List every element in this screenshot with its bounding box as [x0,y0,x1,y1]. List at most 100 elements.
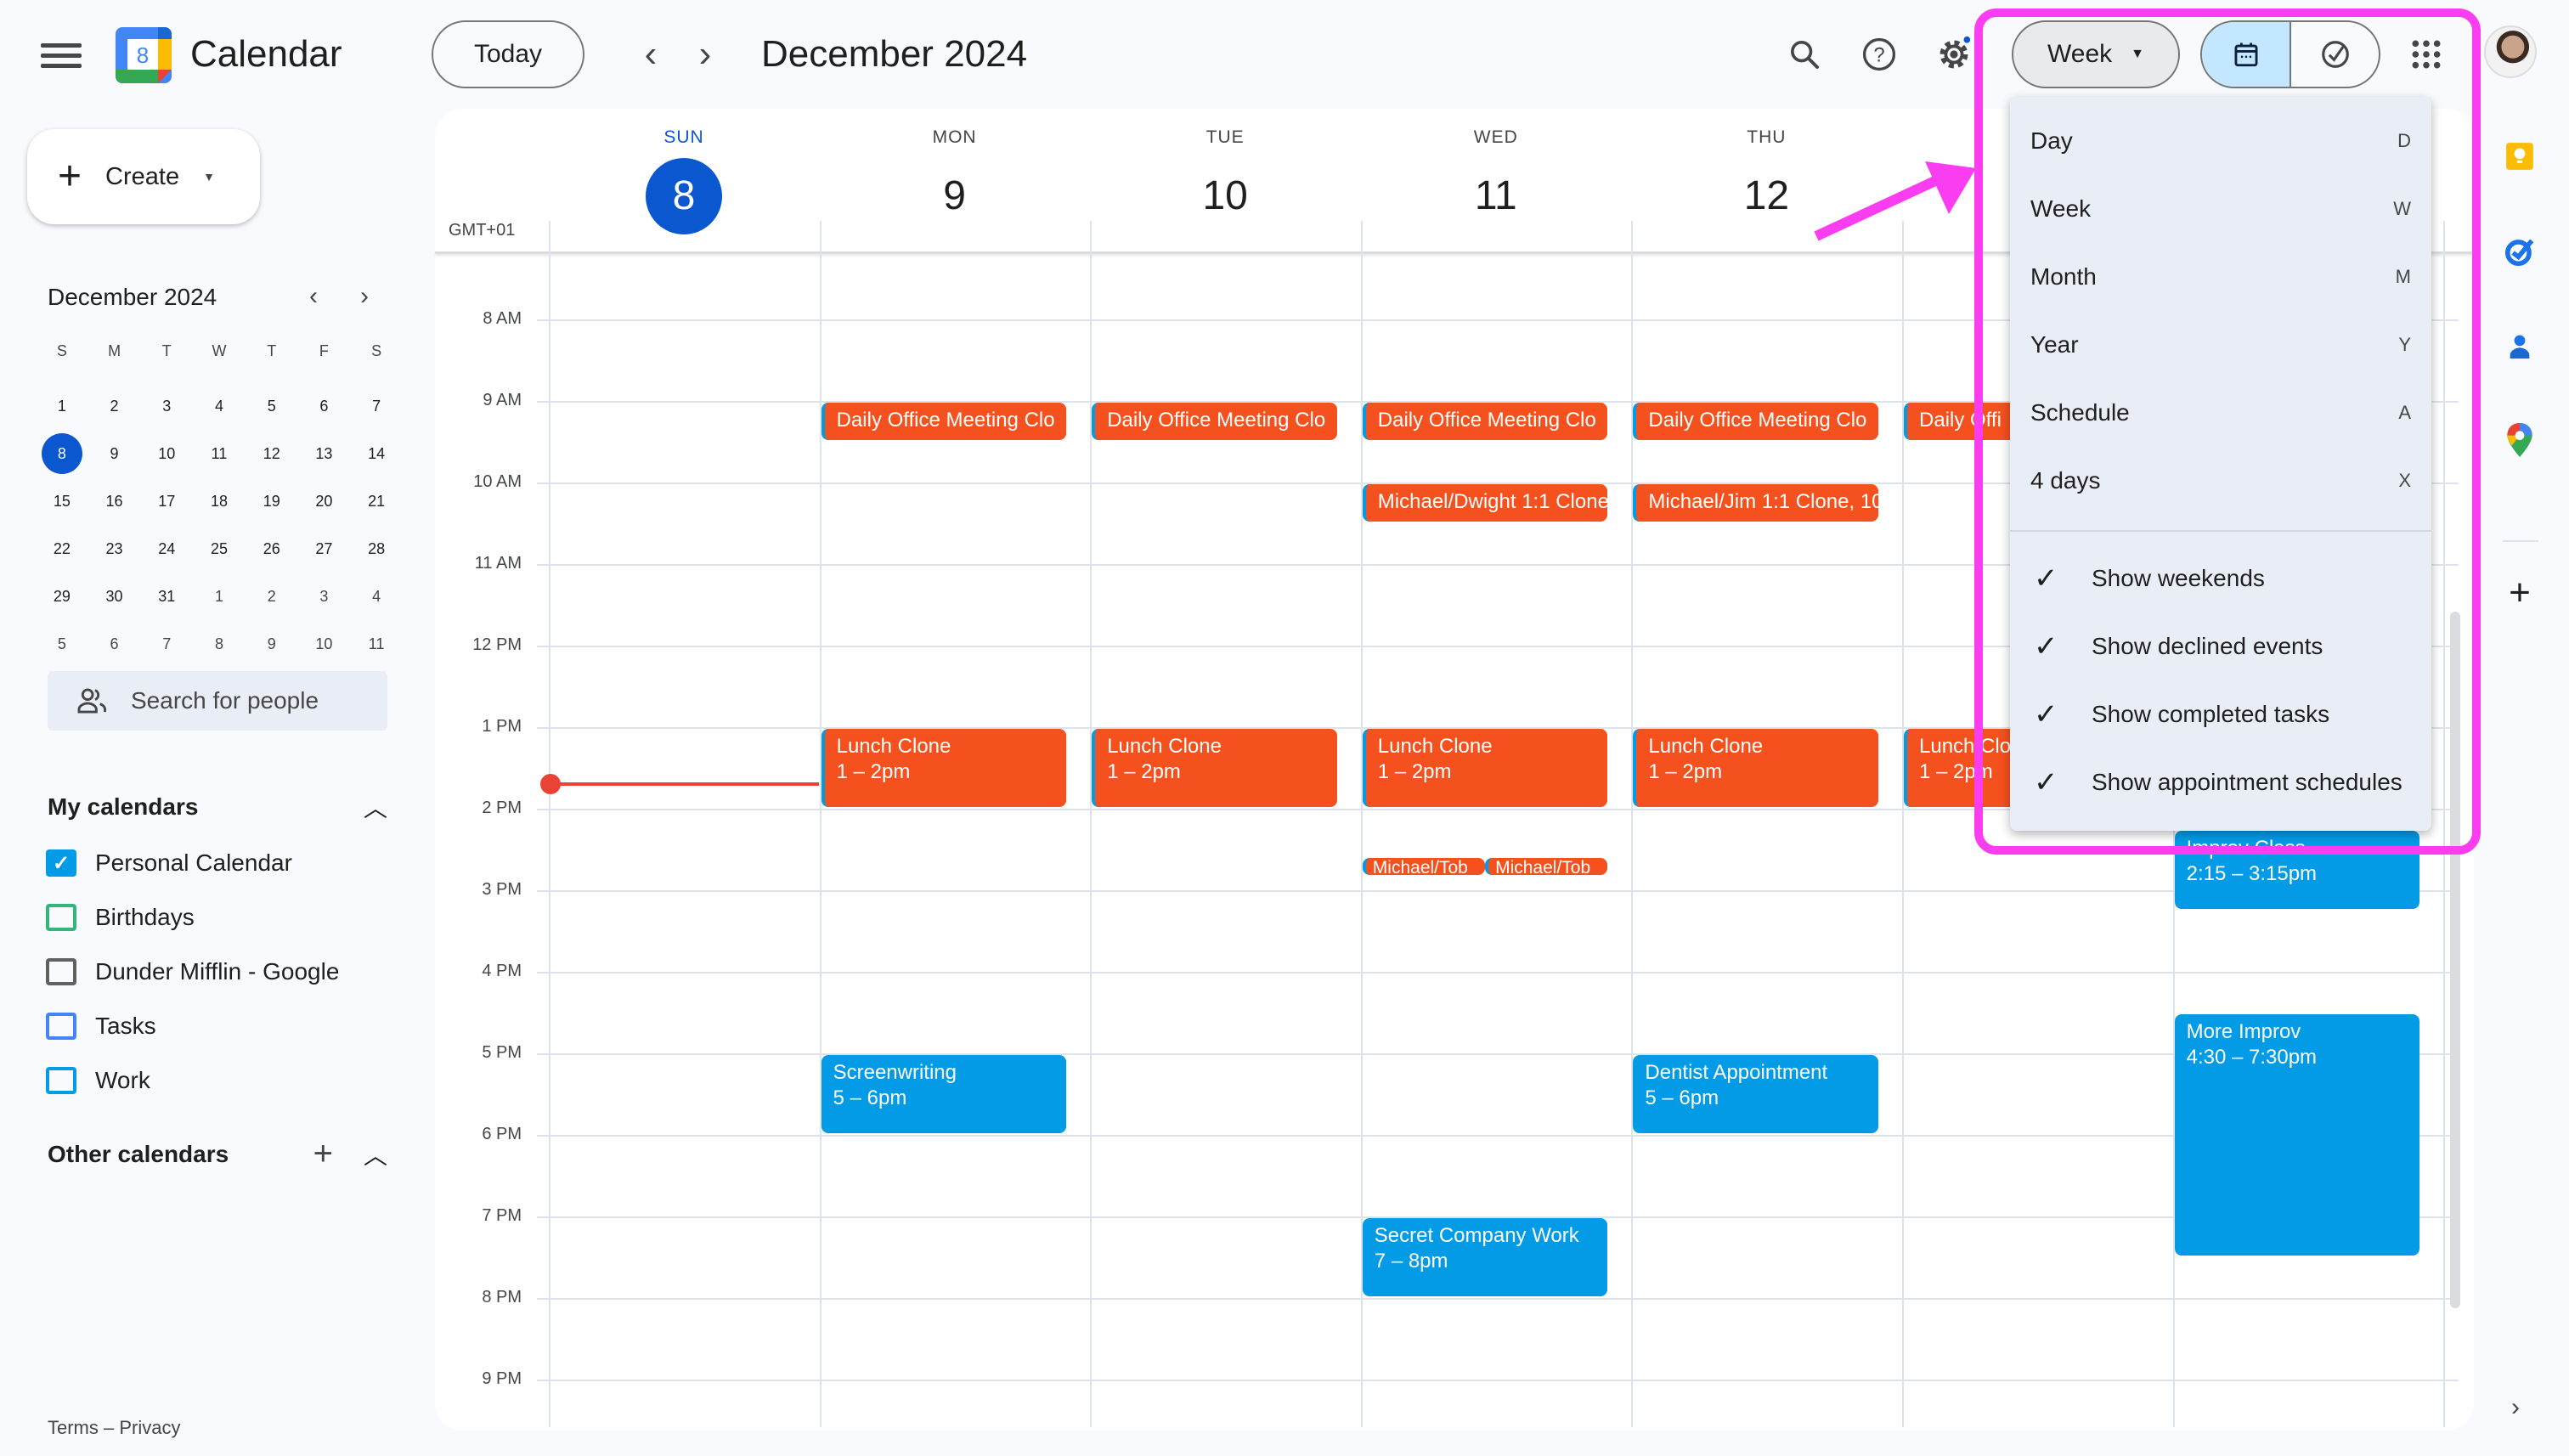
calendar-checkbox[interactable] [46,904,76,931]
mini-calendar-day[interactable]: 4 [350,573,403,620]
mini-calendar-day[interactable]: 11 [350,620,403,668]
mini-calendar-day[interactable]: 9 [88,430,141,477]
calendar-event[interactable]: Secret Company Work 7 – 8pm [1362,1218,1608,1296]
grid-scrollbar[interactable] [2450,612,2460,1308]
mini-calendar-day[interactable]: 8 [36,430,88,477]
mini-calendar-day[interactable]: 9 [246,620,298,668]
calendar-item[interactable]: Birthdays [46,894,403,941]
mini-calendar-day[interactable]: 31 [140,573,193,620]
calendar-checkbox[interactable] [46,958,76,985]
create-button[interactable]: + Create ▼ [27,129,260,224]
mini-calendar-day[interactable]: 13 [298,430,351,477]
calendar-event[interactable]: Daily Office Meeting Clo [1633,403,1878,440]
calendar-event[interactable]: Michael/Tob [1362,857,1486,875]
previous-week-button[interactable]: ‹ [630,33,671,75]
mini-calendar-day[interactable]: 28 [350,525,403,573]
view-menu-toggle-option[interactable]: ✓ Show completed tasks [2010,680,2431,748]
day-number[interactable]: 11 [1458,158,1534,234]
mini-calendar-day[interactable]: 21 [350,477,403,525]
mini-calendar-day[interactable]: 24 [140,525,193,573]
mini-calendar-day[interactable]: 1 [193,573,246,620]
calendar-checkbox[interactable] [46,1013,76,1040]
calendar-event[interactable]: Improv Class 2:15 – 3:15pm [2174,831,2420,909]
next-week-button[interactable]: › [685,33,726,75]
mini-calendar-day[interactable]: 22 [36,525,88,573]
view-menu-item[interactable]: Schedule A [2010,379,2431,447]
mini-calendar-day[interactable]: 10 [298,620,351,668]
tasks-button[interactable] [2501,233,2538,270]
mini-calendar-day[interactable]: 29 [36,573,88,620]
search-button[interactable] [1781,31,1828,78]
calendar-event[interactable]: Michael/Tob [1485,857,1608,875]
day-header[interactable]: SUN 8 [549,127,819,234]
expand-side-panel-button[interactable]: › [2511,1393,2520,1422]
mini-calendar-day[interactable]: 2 [246,573,298,620]
day-header[interactable]: THU 12 [1631,127,1901,234]
calendar-event[interactable]: Daily Office Meeting Clo [1092,403,1337,440]
view-switcher-dropdown[interactable]: Week ▼ [2012,20,2180,88]
view-menu-toggle-option[interactable]: ✓ Show weekends [2010,545,2431,612]
mini-calendar-day[interactable]: 8 [193,620,246,668]
chevron-up-icon[interactable]: ︿ [364,1137,387,1171]
calendar-event[interactable]: Lunch Clone 1 – 2pm [1362,729,1608,807]
mini-calendar-prev-button[interactable]: ‹ [309,282,318,311]
calendar-event[interactable]: More Improv 4:30 – 7:30pm [2174,1014,2420,1256]
mini-calendar-day[interactable]: 27 [298,525,351,573]
view-menu-toggle-option[interactable]: ✓ Show appointment schedules [2010,748,2431,816]
mini-calendar-day[interactable]: 3 [298,573,351,620]
calendar-item[interactable]: Dunder Mifflin - Google [46,948,403,996]
mini-calendar-day[interactable]: 11 [193,430,246,477]
mini-calendar-day[interactable]: 6 [88,620,141,668]
calendar-event[interactable]: Michael/Dwight 1:1 Clone [1362,484,1608,522]
help-button[interactable]: ? [1855,31,1903,78]
view-menu-item[interactable]: Week W [2010,175,2431,243]
mini-calendar-day[interactable]: 26 [246,525,298,573]
calendar-checkbox[interactable] [46,1067,76,1094]
calendar-item[interactable]: Work [46,1057,403,1104]
mini-calendar-day[interactable]: 16 [88,477,141,525]
calendar-checkbox[interactable]: ✓ [46,849,76,877]
mini-calendar-next-button[interactable]: › [360,282,369,311]
view-menu-item[interactable]: Year Y [2010,311,2431,379]
today-button[interactable]: Today [432,20,584,88]
mini-calendar-day[interactable]: 25 [193,525,246,573]
mini-calendar-day[interactable]: 6 [298,382,351,430]
day-number[interactable]: 8 [646,158,722,234]
mini-calendar-day[interactable]: 10 [140,430,193,477]
mini-calendar-day[interactable]: 15 [36,477,88,525]
get-addons-button[interactable]: + [2501,572,2538,613]
mini-calendar-day[interactable]: 4 [193,382,246,430]
day-header[interactable]: TUE 10 [1090,127,1360,234]
day-number[interactable]: 12 [1728,158,1804,234]
google-apps-button[interactable] [2406,34,2447,75]
mini-calendar-day[interactable]: 14 [350,430,403,477]
view-menu-item[interactable]: 4 days X [2010,447,2431,515]
day-number[interactable]: 10 [1187,158,1263,234]
contacts-button[interactable] [2501,328,2538,365]
view-menu-item[interactable]: Month M [2010,243,2431,311]
view-menu-item[interactable]: Day D [2010,107,2431,175]
calendar-event[interactable]: Dentist Appointment 5 – 6pm [1633,1055,1878,1133]
calendar-event[interactable]: Michael/Jim 1:1 Clone, 10 [1633,484,1878,522]
mini-calendar-day[interactable]: 23 [88,525,141,573]
mini-calendar-day[interactable]: 3 [140,382,193,430]
mini-calendar-day[interactable]: 5 [246,382,298,430]
settings-button[interactable] [1930,31,1978,78]
mini-calendar-day[interactable]: 30 [88,573,141,620]
calendar-event[interactable]: Daily Office Meeting Clo [1362,403,1608,440]
day-header[interactable]: WED 11 [1361,127,1631,234]
mini-calendar-day[interactable]: 5 [36,620,88,668]
calendar-event[interactable]: Lunch Clone 1 – 2pm [1633,729,1878,807]
calendar-event[interactable]: Lunch Clone 1 – 2pm [1092,729,1337,807]
mini-calendar-day[interactable]: 2 [88,382,141,430]
search-people-input[interactable]: Search for people [48,671,387,731]
keep-button[interactable] [2501,138,2538,175]
account-avatar[interactable] [2484,25,2537,78]
calendar-item[interactable]: ✓ Personal Calendar [46,839,403,887]
main-menu-button[interactable] [41,39,82,70]
calendar-item[interactable]: Tasks [46,1002,403,1050]
mini-calendar-day[interactable]: 12 [246,430,298,477]
calendar-view-toggle[interactable] [2202,22,2291,87]
day-number[interactable]: 9 [917,158,993,234]
mini-calendar-day[interactable]: 17 [140,477,193,525]
